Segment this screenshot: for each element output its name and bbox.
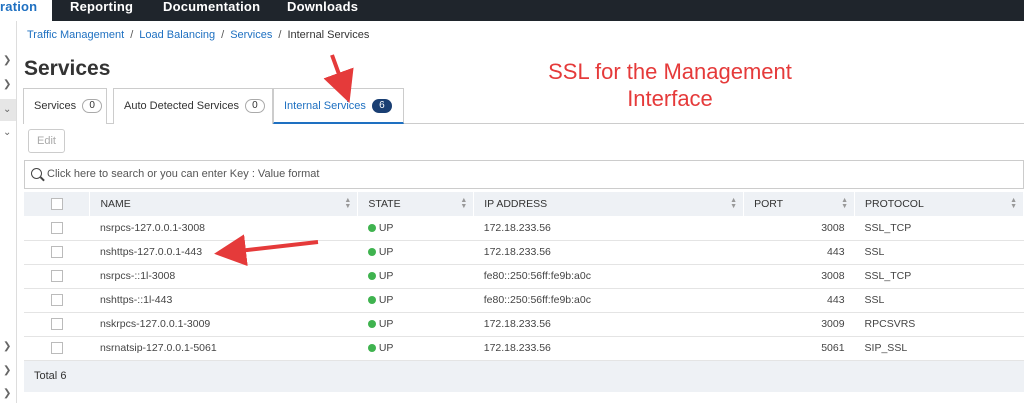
annotation-arrow-down [323,54,354,104]
annotation-arrow-left [214,234,319,267]
annotation-arrows [214,54,354,267]
